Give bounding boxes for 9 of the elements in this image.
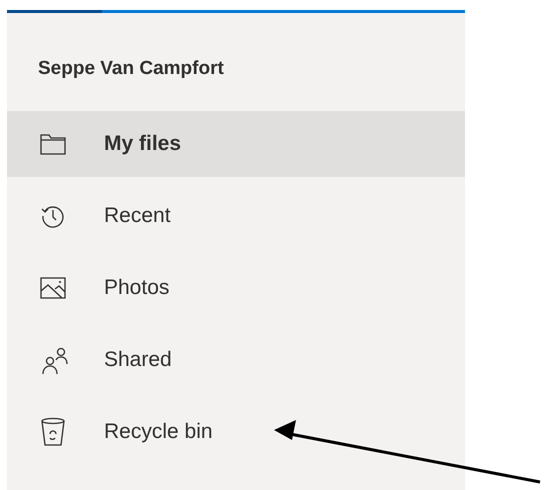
folder-icon — [40, 132, 66, 154]
nav-item[interactable]: Recycle bin — [7, 398, 465, 464]
image-icon — [40, 276, 66, 298]
nav-item[interactable]: My files — [7, 110, 465, 176]
user-name: Seppe Van Campfort — [38, 58, 224, 79]
nav-item[interactable]: Recent — [7, 182, 465, 248]
nav-item[interactable]: Photos — [7, 254, 465, 320]
nav-item[interactable]: Shared — [7, 326, 465, 392]
trash-icon — [40, 416, 66, 446]
